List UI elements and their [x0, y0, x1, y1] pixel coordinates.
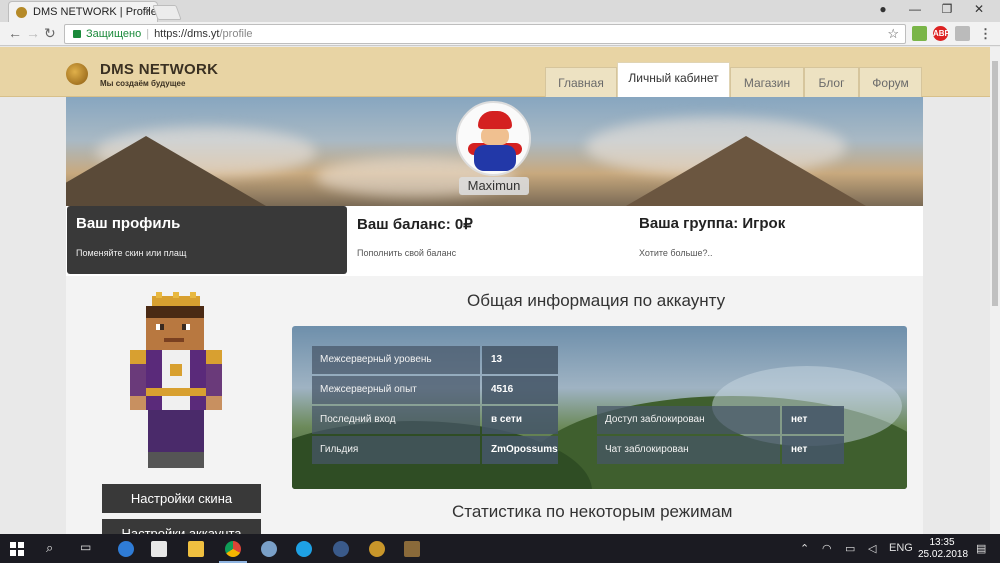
site-favicon-icon: [16, 7, 27, 18]
language-indicator[interactable]: ENG: [889, 542, 913, 554]
volume-icon[interactable]: ◁: [868, 542, 876, 555]
profile-card-title: Ваш профиль: [76, 215, 181, 232]
group-card-link[interactable]: Хотите больше?..: [639, 248, 713, 258]
bookmark-star-icon[interactable]: ☆: [887, 26, 899, 42]
stat-label: Межсерверный уровень: [312, 346, 480, 374]
menu-dots-icon[interactable]: ⋮: [978, 26, 993, 41]
network-icon[interactable]: ◠: [822, 542, 832, 555]
clock-date: 25.02.2018: [918, 549, 969, 560]
windows-taskbar: ⌕ ▭ ⌃ ◠ ▭ ◁ ENG 13:35 25.02.2018 ▤: [0, 534, 1000, 563]
player-skin-image: [130, 292, 222, 468]
nav-forum[interactable]: Форум: [859, 67, 922, 98]
info-cards: Ваш профиль Поменяйте скин или плащ Ваш …: [66, 206, 923, 276]
modes-section-title: Статистика по некоторым режимам: [452, 502, 733, 521]
stat-value: 13: [482, 346, 558, 374]
skin-settings-button[interactable]: Настройки скина: [102, 484, 261, 513]
profile-main: Настройки скина Настройки аккаунта Общая…: [66, 276, 923, 534]
store-icon[interactable]: [151, 541, 167, 557]
profile-icon[interactable]: ●: [868, 2, 898, 16]
logo-subtitle: Мы создаём будущее: [100, 79, 186, 88]
adblock-icon[interactable]: ABP: [933, 26, 950, 41]
windows-start-icon[interactable]: [10, 542, 24, 556]
stat-value: ZmOpossums: [482, 436, 558, 464]
group-card-title: Ваша группа: Игрок: [639, 215, 786, 232]
stat-label: Межсерверный опыт: [312, 376, 480, 404]
maximize-button[interactable]: ❐: [932, 2, 962, 16]
back-arrow-icon[interactable]: ←: [8, 25, 22, 41]
nav-home[interactable]: Главная: [545, 67, 617, 98]
stat-label: Последний вход: [312, 406, 480, 434]
nav-blog[interactable]: Блог: [804, 67, 859, 98]
lock-icon: [73, 30, 81, 38]
account-settings-button[interactable]: Настройки аккаунта: [102, 519, 261, 534]
profile-card-link[interactable]: Поменяйте скин или плащ: [76, 248, 186, 258]
dms-launcher-icon[interactable]: [369, 541, 385, 557]
reload-icon[interactable]: ↻: [44, 25, 56, 42]
edge-icon[interactable]: [118, 541, 134, 557]
balance-card[interactable]: Ваш баланс: 0₽ Пополнить свой баланс: [348, 206, 630, 274]
search-icon[interactable]: ⌕: [46, 540, 53, 556]
new-tab-button[interactable]: [152, 5, 182, 20]
stat-value: в сети: [482, 406, 558, 434]
logo-icon: [66, 63, 88, 85]
balance-card-link[interactable]: Пополнить свой баланс: [357, 248, 456, 258]
steam-icon[interactable]: [333, 541, 349, 557]
secure-label: Защищено: [86, 28, 142, 40]
nav-shop[interactable]: Магазин: [730, 67, 804, 98]
logo-title[interactable]: DMS NETWORK: [100, 61, 218, 78]
browser-toolbar: ← → ↻ Защищено | https://dms.yt/profile ☆ …: [0, 22, 1000, 46]
url-text: https://dms.yt/profile: [154, 28, 253, 40]
forward-arrow-icon[interactable]: →: [26, 25, 40, 41]
task-view-icon[interactable]: ▭: [80, 540, 91, 554]
tab-title: DMS NETWORK | Profile: [33, 6, 157, 18]
stat-label: Доступ заблокирован: [597, 406, 780, 434]
stat-value: нет: [782, 406, 844, 434]
close-window-button[interactable]: ✕: [964, 2, 994, 16]
extension-green-icon[interactable]: [912, 26, 927, 41]
chevron-up-icon[interactable]: ⌃: [800, 542, 809, 555]
avatar[interactable]: [456, 101, 531, 176]
close-tab-icon[interactable]: ×: [145, 5, 151, 17]
profile-card[interactable]: Ваш профиль Поменяйте скин или плащ: [67, 206, 347, 274]
stat-label: Гильдия: [312, 436, 480, 464]
page-scrollbar[interactable]: [990, 47, 1000, 534]
skype-icon[interactable]: [296, 541, 312, 557]
clock-time: 13:35: [929, 537, 955, 548]
stat-value: нет: [782, 436, 844, 464]
balance-card-title: Ваш баланс: 0₽: [357, 216, 473, 233]
browser-tab[interactable]: DMS NETWORK | Profile ×: [8, 1, 158, 22]
nav-account[interactable]: Личный кабинет: [617, 62, 730, 98]
address-bar[interactable]: Защищено | https://dms.yt/profile ☆: [64, 24, 906, 44]
username-label: Maximun: [459, 177, 529, 195]
extension-gray-icon[interactable]: [955, 26, 970, 41]
account-section-title: Общая информация по аккаунту: [467, 291, 726, 310]
stat-label: Чат заблокирован: [597, 436, 780, 464]
account-stats-panel: Межсерверный уровень 13 Межсерверный опы…: [292, 326, 907, 489]
browser-tab-strip: DMS NETWORK | Profile × ● — ❐ ✕: [0, 0, 1000, 22]
profile-banner: Maximun: [66, 97, 923, 206]
group-card[interactable]: Ваша группа: Игрок Хотите больше?..: [630, 206, 920, 274]
chrome-icon[interactable]: [225, 541, 241, 557]
site-header: DMS NETWORK Мы создаём будущее Главная Л…: [0, 47, 990, 98]
app-icon[interactable]: [261, 541, 277, 557]
minecraft-icon[interactable]: [404, 541, 420, 557]
notifications-icon[interactable]: ▤: [976, 542, 986, 555]
taskbar-clock[interactable]: 13:35 25.02.2018: [918, 537, 969, 561]
file-explorer-icon[interactable]: [188, 541, 204, 557]
battery-icon[interactable]: ▭: [845, 542, 855, 555]
minimize-button[interactable]: —: [900, 2, 930, 16]
stat-value: 4516: [482, 376, 558, 404]
scrollbar-thumb[interactable]: [992, 61, 998, 306]
